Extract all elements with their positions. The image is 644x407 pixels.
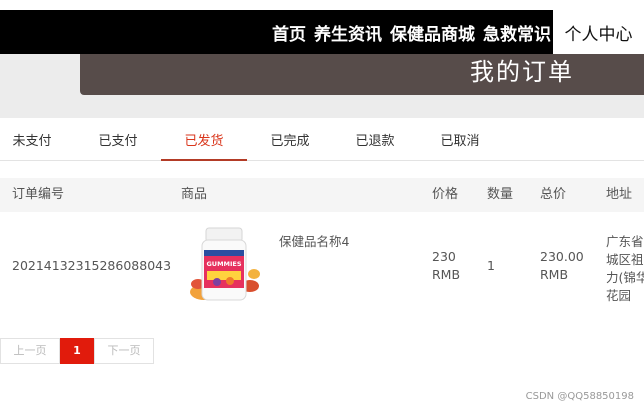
nav-health-shop[interactable]: 保健品商城 xyxy=(390,20,475,45)
col-quantity: 数量 xyxy=(487,187,514,202)
watermark: CSDN @QQ58850198 xyxy=(525,391,634,402)
table-row: 20214132315286088043 GUMMIES 保健品名称4 230 … xyxy=(0,212,644,316)
title-box: 我的订单 xyxy=(80,54,644,95)
nav-home[interactable]: 首页 xyxy=(272,20,306,45)
title-band: 我的订单 xyxy=(0,54,644,118)
product-image-label: GUMMIES xyxy=(206,260,241,268)
total-value: 230.00 xyxy=(540,249,584,264)
pagination: 上一页 1 下一页 xyxy=(0,338,154,364)
tab-paid[interactable]: 已支付 xyxy=(75,122,161,161)
col-order-no: 订单编号 xyxy=(12,187,65,202)
top-nav-bar: 首页 养生资讯 保健品商城 急救常识 个人中心 xyxy=(0,10,644,54)
tab-shipped[interactable]: 已发货 xyxy=(161,122,247,161)
col-total: 总价 xyxy=(540,187,567,202)
address-line-3: 力(锦华 xyxy=(606,270,644,285)
tab-cancelled[interactable]: 已取消 xyxy=(417,122,503,161)
prev-page-button[interactable]: 上一页 xyxy=(0,338,60,364)
col-address: 地址 xyxy=(606,187,633,202)
address-line-2: 城区祖 xyxy=(606,252,644,267)
page-1-button[interactable]: 1 xyxy=(60,338,94,364)
order-number: 20214132315286088043 xyxy=(12,258,172,273)
col-product: 商品 xyxy=(181,187,208,202)
order-status-tabs: 未支付 已支付 已发货 已完成 已退款 已取消 xyxy=(0,122,644,161)
col-price: 价格 xyxy=(432,187,459,202)
total-currency: RMB xyxy=(540,267,569,282)
product-name[interactable]: 保健品名称4 xyxy=(279,231,349,250)
nav-health-news[interactable]: 养生资讯 xyxy=(314,20,382,45)
address-line-4: 花园 xyxy=(606,288,632,303)
price-currency: RMB xyxy=(432,267,461,282)
nav-first-aid[interactable]: 急救常识 xyxy=(483,20,551,45)
tab-unpaid[interactable]: 未支付 xyxy=(0,122,75,161)
tab-refunded[interactable]: 已退款 xyxy=(332,122,418,161)
next-page-button[interactable]: 下一页 xyxy=(94,338,154,364)
price-value: 230 xyxy=(432,249,456,264)
page-title: 我的订单 xyxy=(470,58,574,86)
main-nav: 首页 养生资讯 保健品商城 急救常识 xyxy=(272,10,551,54)
table-header: 订单编号 商品 价格 数量 总价 地址 xyxy=(0,178,644,212)
tab-completed[interactable]: 已完成 xyxy=(247,122,333,161)
address-line-1: 广东省 xyxy=(606,234,644,249)
product-image[interactable]: GUMMIES xyxy=(182,226,270,306)
nav-personal-center[interactable]: 个人中心 xyxy=(553,10,644,54)
quantity-value: 1 xyxy=(487,258,495,273)
